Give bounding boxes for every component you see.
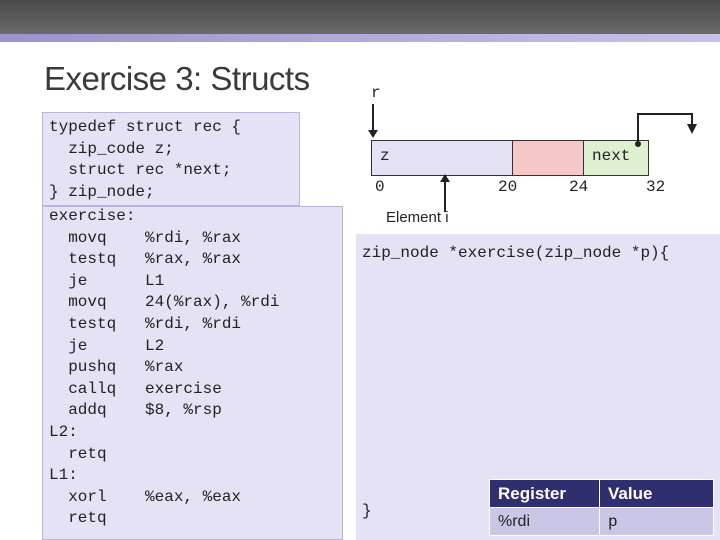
field-z-label: z: [380, 147, 390, 165]
element-arrow-icon: [440, 174, 450, 212]
closing-brace: }: [362, 502, 372, 520]
slide-title: Exercise 3: Structs: [44, 60, 310, 97]
top-bar: [0, 0, 720, 34]
cell-register: %rdi: [489, 507, 600, 536]
next-pointer-arrow-icon: [635, 113, 697, 147]
assembly-code-box: exercise: movq %rdi, %rax testq %rax, %r…: [42, 206, 343, 540]
header-register: Register: [489, 479, 600, 508]
cell-value: p: [599, 507, 714, 536]
table-row: %rdi p: [489, 507, 714, 536]
field-element-cell: [512, 140, 584, 176]
offset-32: 32: [646, 178, 666, 196]
offset-20: 20: [498, 178, 518, 196]
accent-stripe: [0, 34, 720, 42]
pointer-label: r: [371, 84, 381, 102]
field-z-cell: [371, 140, 513, 176]
offset-0: 0: [375, 178, 385, 196]
element-label: Element i: [386, 209, 449, 226]
pointer-arrow-icon: [368, 104, 378, 138]
function-signature: zip_node *exercise(zip_node *p){: [362, 244, 670, 262]
register-table: Register Value %rdi p: [489, 479, 714, 536]
header-value: Value: [599, 479, 714, 508]
assembly-code: exercise: movq %rdi, %rax testq %rax, %r…: [49, 207, 280, 528]
table-header-row: Register Value: [489, 479, 714, 508]
field-next-label: next: [592, 147, 631, 165]
typedef-code: typedef struct rec { zip_code z; struct …: [49, 118, 242, 201]
typedef-code-box: typedef struct rec { zip_code z; struct …: [42, 112, 300, 206]
offset-24: 24: [569, 178, 589, 196]
